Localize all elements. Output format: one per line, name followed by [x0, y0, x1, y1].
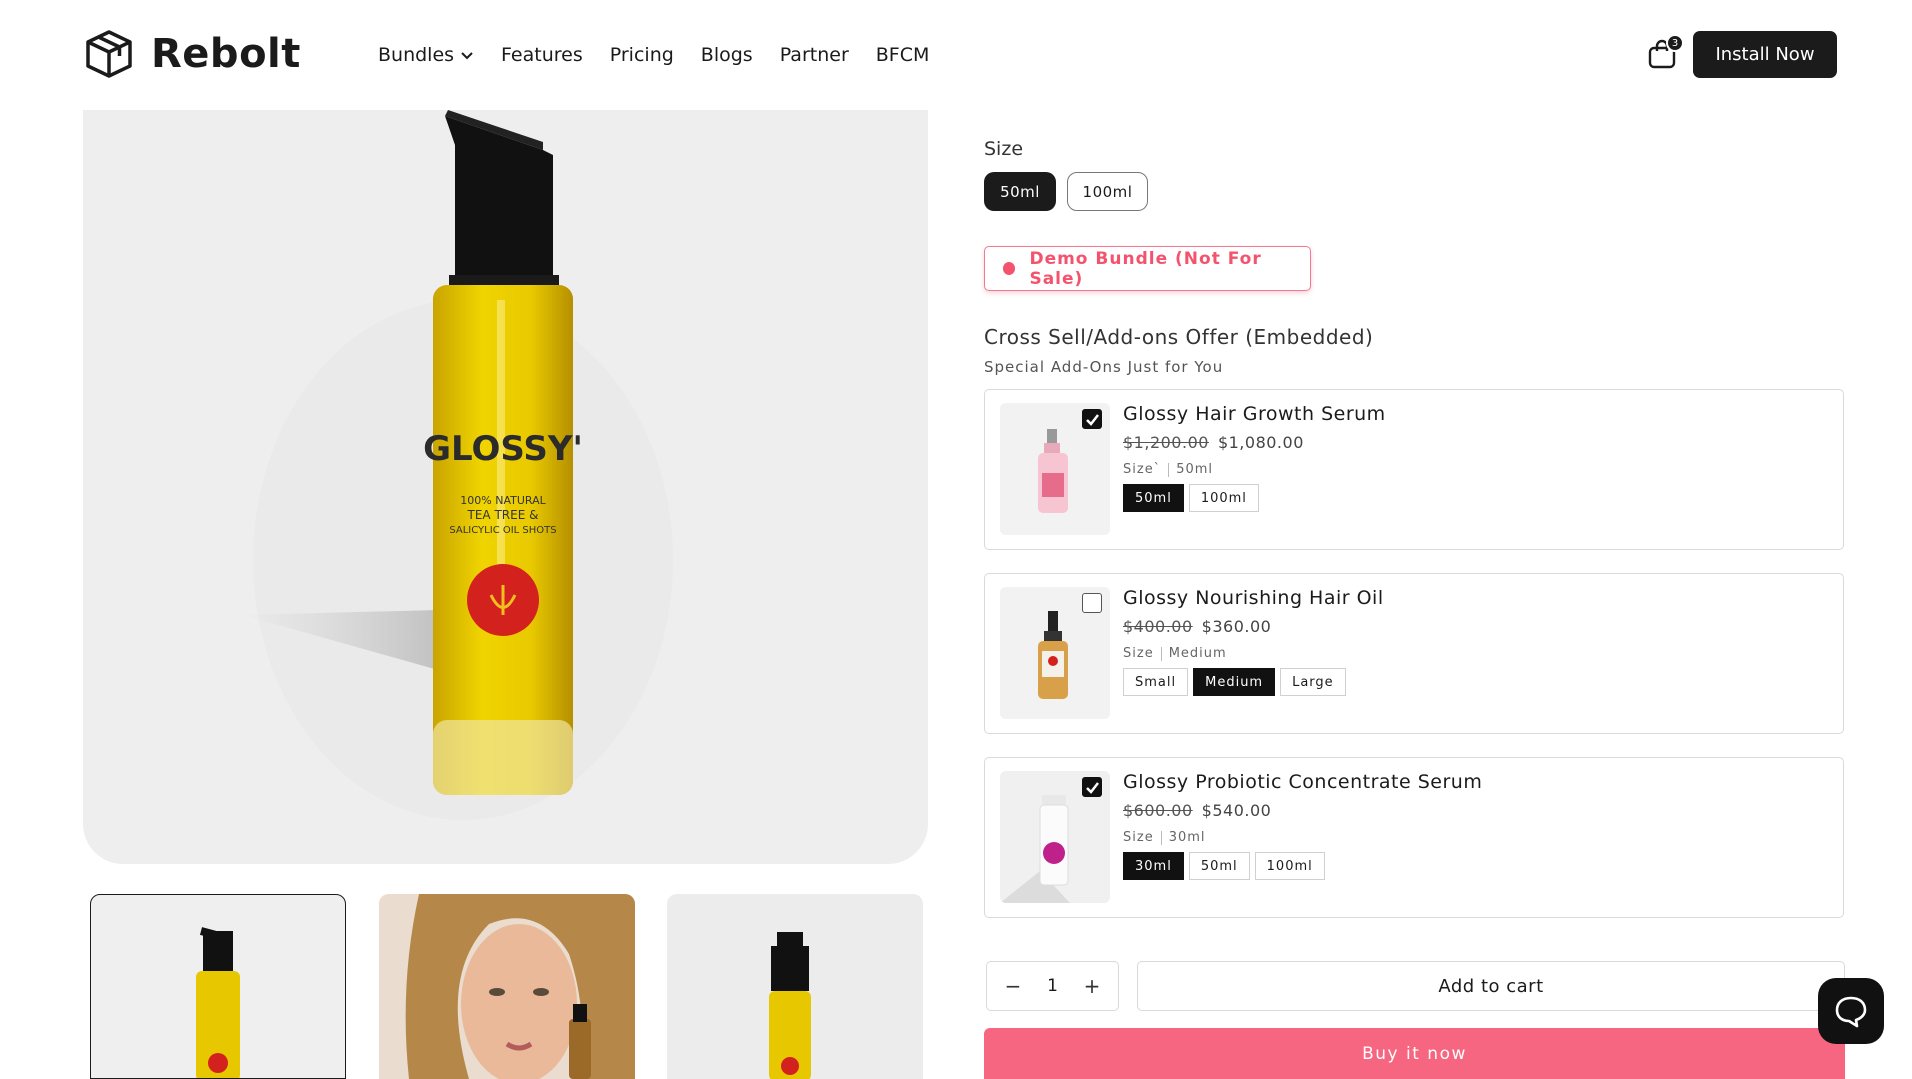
bottle-label-line: SALICYLIC OIL SHOTS [449, 525, 556, 536]
chat-bubble-icon [1835, 996, 1867, 1028]
divider [1160, 646, 1162, 661]
cart-count-badge: 3 [1666, 34, 1684, 52]
addon-size-option[interactable]: Medium [1193, 668, 1276, 696]
nav-item-bfcm[interactable]: BFCM [876, 40, 930, 70]
addon-offer-card: Glossy Nourishing Hair Oil $400.00 $360.… [984, 573, 1844, 734]
size-option-50ml[interactable]: 50ml [984, 172, 1056, 211]
main-nav: Bundles Features Pricing Blogs Partner B… [378, 40, 956, 70]
addon-size-value: 30ml [1168, 830, 1206, 845]
thumbnail-bottle-image [769, 932, 811, 1079]
addon-checkbox[interactable] [1082, 593, 1102, 613]
nav-item-label: BFCM [875, 44, 930, 66]
checkmark-icon [1085, 781, 1099, 794]
addon-size-options: 30ml 50ml 100ml [1123, 852, 1325, 880]
addon-size-value: 50ml [1176, 462, 1214, 477]
chevron-down-icon [461, 52, 473, 60]
quantity-value[interactable]: 1 [1047, 976, 1058, 996]
site-header: Rebolt Bundles Features Pricing Blogs Pa… [0, 0, 1912, 110]
addon-name: Glossy Probiotic Concentrate Serum [1123, 771, 1483, 793]
nav-item-label: Partner [779, 44, 849, 66]
addon-checkbox[interactable] [1082, 409, 1102, 429]
thumbnail-model-image [379, 894, 635, 1079]
addon-size-info: Size Medium [1123, 646, 1227, 661]
nav-item-label: Pricing [609, 44, 674, 66]
divider [1168, 462, 1170, 477]
addon-size-option[interactable]: 30ml [1123, 852, 1184, 880]
nav-item-label: Bundles [378, 44, 455, 66]
addon-size-label: Size [1123, 646, 1154, 661]
addon-size-options: Small Medium Large [1123, 668, 1346, 696]
nav-item-label: Features [501, 44, 583, 66]
oil-bottle-image: GLOSSY' 100% NATURAL TEA TREE & SALICYLI… [243, 110, 673, 820]
buy-it-now-button[interactable]: Buy it now [984, 1028, 1845, 1079]
addon-prices: $1,200.00 $1,080.00 [1123, 433, 1304, 452]
addon-checkbox[interactable] [1082, 777, 1102, 797]
addon-size-option[interactable]: Large [1280, 668, 1346, 696]
quantity-decrease-button[interactable]: − [1003, 974, 1023, 998]
box-icon [86, 30, 132, 78]
addon-offer-card: Glossy Hair Growth Serum $1,200.00 $1,08… [984, 389, 1844, 550]
addon-size-value: Medium [1168, 646, 1227, 661]
addon-size-option[interactable]: Small [1123, 668, 1189, 696]
nav-item-pricing[interactable]: Pricing [610, 40, 674, 70]
addon-size-info: Size 30ml [1123, 830, 1206, 845]
add-to-cart-button[interactable]: Add to cart [1137, 961, 1845, 1011]
thumbnail-2[interactable] [379, 894, 635, 1079]
addon-size-option[interactable]: 100ml [1254, 852, 1325, 880]
addon-size-label: Size [1123, 830, 1154, 845]
demo-bundle-badge: Demo Bundle (Not For Sale) [984, 246, 1311, 291]
addon-price: $360.00 [1201, 617, 1272, 636]
install-now-button[interactable]: Install Now [1693, 31, 1837, 78]
addon-offer-card: Glossy Probiotic Concentrate Serum $600.… [984, 757, 1844, 918]
status-dot-icon [1003, 262, 1016, 275]
brand-name: Rebolt [151, 31, 301, 77]
quantity-increase-button[interactable]: + [1082, 974, 1102, 998]
bottle-brand-text: GLOSSY' [423, 429, 583, 469]
thumbnail-bottle-image [196, 927, 240, 1078]
quantity-stepper: − 1 + [986, 961, 1119, 1011]
nav-item-features[interactable]: Features [501, 40, 583, 70]
addon-size-option[interactable]: 50ml [1123, 484, 1184, 512]
addon-size-label: Size` [1123, 462, 1162, 477]
main-product-image[interactable]: GLOSSY' 100% NATURAL TEA TREE & SALICYLI… [83, 110, 928, 864]
addon-size-options: 50ml 100ml [1123, 484, 1259, 512]
addon-price: $1,080.00 [1217, 433, 1304, 452]
nav-item-partner[interactable]: Partner [780, 40, 849, 70]
size-option-100ml[interactable]: 100ml [1067, 172, 1148, 211]
addon-price: $540.00 [1201, 801, 1272, 820]
addon-old-price: $1,200.00 [1123, 433, 1209, 452]
chat-widget-button[interactable] [1818, 978, 1884, 1044]
thumbnail-3[interactable] [667, 894, 923, 1079]
cross-sell-subtitle: Special Add-Ons Just for You [984, 358, 1224, 376]
addon-name: Glossy Nourishing Hair Oil [1123, 587, 1384, 609]
checkmark-icon [1085, 413, 1099, 426]
addon-old-price: $400.00 [1123, 617, 1193, 636]
addon-old-price: $600.00 [1123, 801, 1193, 820]
addon-size-option[interactable]: 100ml [1188, 484, 1259, 512]
addon-size-option[interactable]: 50ml [1188, 852, 1250, 880]
cross-sell-title: Cross Sell/Add-ons Offer (Embedded) [984, 325, 1374, 349]
bottle-label-line: TEA TREE & [467, 508, 539, 522]
addon-name: Glossy Hair Growth Serum [1123, 403, 1386, 425]
cart-button[interactable]: 3 [1646, 34, 1684, 72]
nav-item-blogs[interactable]: Blogs [701, 40, 753, 70]
bottle-label-line: 100% NATURAL [460, 494, 546, 507]
nav-item-label: Blogs [700, 44, 753, 66]
demo-bundle-text: Demo Bundle (Not For Sale) [1029, 248, 1262, 289]
nav-item-bundles[interactable]: Bundles [378, 40, 474, 70]
thumbnail-1[interactable] [90, 894, 346, 1079]
addon-size-info: Size` 50ml [1123, 462, 1213, 477]
size-label: Size [984, 138, 1024, 160]
brand-logo[interactable]: Rebolt [83, 28, 301, 80]
addon-prices: $600.00 $540.00 [1123, 801, 1271, 820]
divider [1160, 830, 1162, 845]
addon-prices: $400.00 $360.00 [1123, 617, 1271, 636]
